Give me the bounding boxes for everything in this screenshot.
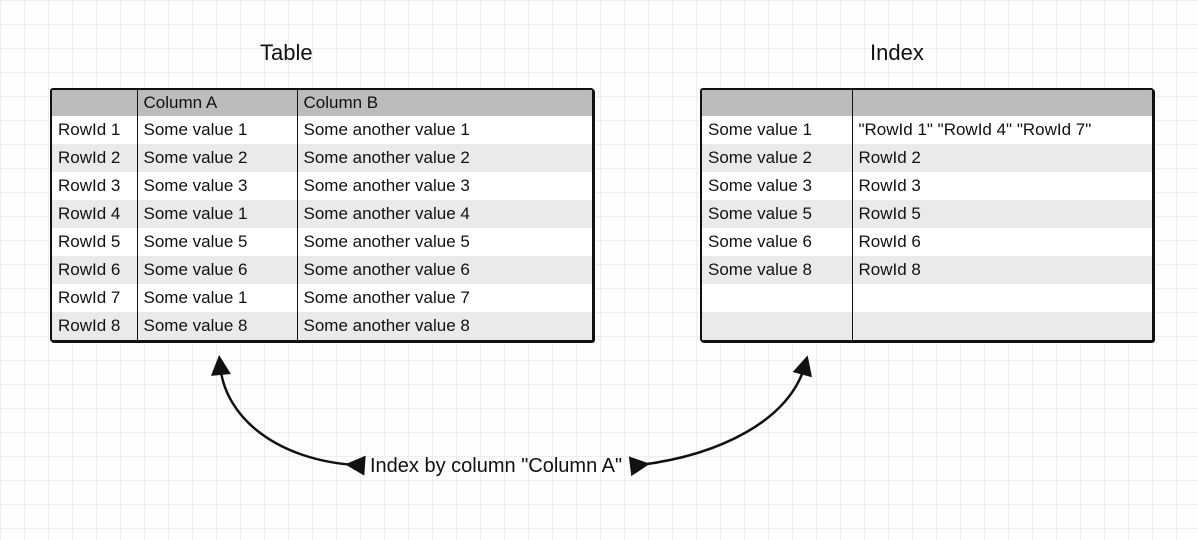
index-row: Some value 6RowId 6 — [702, 228, 1152, 256]
index-key: Some value 8 — [702, 256, 852, 284]
index-key: Some value 5 — [702, 200, 852, 228]
index-caption: Index by column "Column A" — [370, 455, 622, 478]
table-row: RowId 5Some value 5Some another value 5 — [52, 228, 592, 256]
row-id: RowId 1 — [52, 116, 137, 144]
index-key: Some value 6 — [702, 228, 852, 256]
table-title: Table — [260, 40, 313, 66]
index-table: Some value 1"RowId 1" "RowId 4" "RowId 7… — [702, 90, 1152, 340]
table-panel: Column A Column B RowId 1Some value 1Som… — [50, 88, 594, 342]
index-val: RowId 5 — [852, 200, 1152, 228]
index-key: Some value 1 — [702, 116, 852, 144]
table-header-col-a: Column A — [137, 90, 297, 116]
index-row: Some value 5RowId 5 — [702, 200, 1152, 228]
cell-col-a: Some value 8 — [137, 312, 297, 340]
table-row: RowId 1Some value 1Some another value 1 — [52, 116, 592, 144]
table-header-col-b: Column B — [297, 90, 592, 116]
index-row: Some value 2RowId 2 — [702, 144, 1152, 172]
index-val: RowId 2 — [852, 144, 1152, 172]
cell-col-a: Some value 1 — [137, 284, 297, 312]
cell-col-b: Some another value 7 — [297, 284, 592, 312]
cell-col-b: Some another value 8 — [297, 312, 592, 340]
table-row: RowId 2Some value 2Some another value 2 — [52, 144, 592, 172]
cell-col-a: Some value 3 — [137, 172, 297, 200]
index-key: Some value 2 — [702, 144, 852, 172]
index-row: Some value 8RowId 8 — [702, 256, 1152, 284]
index-header-empty-2 — [852, 90, 1152, 116]
index-val — [852, 312, 1152, 340]
index-key: Some value 3 — [702, 172, 852, 200]
index-val — [852, 284, 1152, 312]
cell-col-b: Some another value 5 — [297, 228, 592, 256]
row-id: RowId 5 — [52, 228, 137, 256]
table-row: RowId 4Some value 1Some another value 4 — [52, 200, 592, 228]
index-row: Some value 3RowId 3 — [702, 172, 1152, 200]
table-row: RowId 8Some value 8Some another value 8 — [52, 312, 592, 340]
cell-col-b: Some another value 4 — [297, 200, 592, 228]
data-table: Column A Column B RowId 1Some value 1Som… — [52, 90, 592, 340]
cell-col-b: Some another value 1 — [297, 116, 592, 144]
row-id: RowId 6 — [52, 256, 137, 284]
table-header-empty — [52, 90, 137, 116]
index-row — [702, 312, 1152, 340]
index-val: "RowId 1" "RowId 4" "RowId 7" — [852, 116, 1152, 144]
table-row: RowId 6Some value 6Some another value 6 — [52, 256, 592, 284]
index-val: RowId 6 — [852, 228, 1152, 256]
row-id: RowId 3 — [52, 172, 137, 200]
cell-col-a: Some value 6 — [137, 256, 297, 284]
diagram-stage: Table Index Column A Column B RowId 1Som… — [0, 0, 1198, 540]
index-header-empty-1 — [702, 90, 852, 116]
index-key — [702, 312, 852, 340]
row-id: RowId 4 — [52, 200, 137, 228]
index-key — [702, 284, 852, 312]
index-val: RowId 8 — [852, 256, 1152, 284]
table-row: RowId 3Some value 3Some another value 3 — [52, 172, 592, 200]
cell-col-a: Some value 2 — [137, 144, 297, 172]
index-row: Some value 1"RowId 1" "RowId 4" "RowId 7… — [702, 116, 1152, 144]
index-panel: Some value 1"RowId 1" "RowId 4" "RowId 7… — [700, 88, 1154, 342]
cell-col-b: Some another value 6 — [297, 256, 592, 284]
index-val: RowId 3 — [852, 172, 1152, 200]
cell-col-a: Some value 5 — [137, 228, 297, 256]
cell-col-b: Some another value 3 — [297, 172, 592, 200]
index-title: Index — [870, 40, 924, 66]
cell-col-a: Some value 1 — [137, 200, 297, 228]
table-header-row: Column A Column B — [52, 90, 592, 116]
index-row — [702, 284, 1152, 312]
cell-col-a: Some value 1 — [137, 116, 297, 144]
index-header-row — [702, 90, 1152, 116]
row-id: RowId 8 — [52, 312, 137, 340]
cell-col-b: Some another value 2 — [297, 144, 592, 172]
row-id: RowId 7 — [52, 284, 137, 312]
table-row: RowId 7Some value 1Some another value 7 — [52, 284, 592, 312]
row-id: RowId 2 — [52, 144, 137, 172]
